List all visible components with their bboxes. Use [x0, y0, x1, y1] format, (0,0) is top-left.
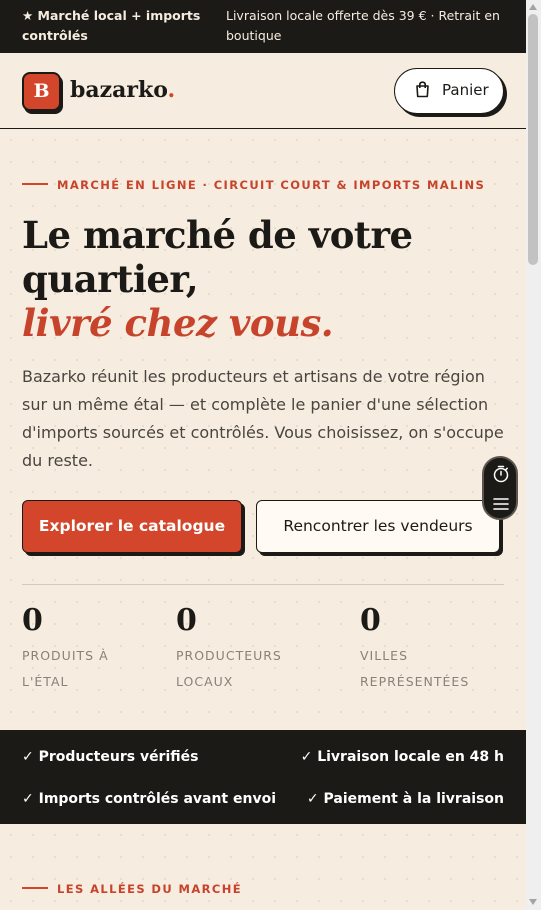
page-scrollbar[interactable] — [526, 0, 541, 910]
cart-label: Panier — [442, 81, 489, 99]
trust-item: ✓ Paiement à la livraison — [306, 791, 504, 807]
announcement-right: Livraison locale offerte dès 39 € · Retr… — [226, 8, 500, 43]
meet-sellers-button[interactable]: Rencontrer les vendeurs — [256, 500, 500, 553]
aisles-eyebrow-text: LES ALLÉES DU MARCHÉ — [57, 882, 243, 896]
floating-toolbar — [482, 456, 518, 520]
logo-mark[interactable]: B — [22, 72, 61, 111]
scroll-up-arrow-icon[interactable] — [529, 4, 537, 10]
eyebrow-rule — [22, 886, 48, 889]
stat-value: 0 — [360, 603, 381, 638]
trust-item: ✓ Producteurs vérifiés — [22, 749, 199, 765]
hero-title-accent: livré chez vous. — [22, 301, 334, 345]
hero-lead: Bazarko réunit les producteurs et artisa… — [22, 367, 504, 470]
stats-divider — [22, 584, 504, 585]
eyebrow-rule — [22, 182, 48, 185]
site-header: B bazarko. Panier — [0, 53, 526, 129]
shopping-bag-icon — [416, 81, 429, 98]
hero-title: Le marché de votre quartier, livré chez … — [22, 213, 502, 345]
trust-item: ✓ Imports contrôlés avant envoi — [22, 791, 277, 807]
announcement-bar: ★ Marché local + imports contrôlés Livra… — [0, 0, 526, 53]
stat-label: PRODUITS À L'ÉTAL — [22, 648, 109, 689]
brand-logo[interactable]: bazarko. — [70, 75, 175, 105]
hero-title-line2: quartier, — [22, 257, 199, 301]
scrollbar-thumb[interactable] — [528, 14, 538, 265]
hero-section: MARCHÉ EN LIGNE · CIRCUIT COURT & IMPORT… — [0, 129, 526, 730]
brand-name: bazarko — [70, 77, 168, 103]
stat-label: VILLES REPRÉSENTÉES — [360, 648, 470, 689]
market-aisles-section: LES ALLÉES DU MARCHÉ — [0, 824, 526, 910]
trust-item: ✓ Livraison locale en 48 h — [300, 749, 504, 765]
scroll-down-arrow-icon[interactable] — [529, 899, 537, 905]
aisles-eyebrow: LES ALLÉES DU MARCHÉ — [22, 882, 242, 896]
menu-icon[interactable] — [492, 495, 510, 513]
explore-catalog-button[interactable]: Explorer le catalogue — [22, 500, 242, 553]
hero-title-line1: Le marché de votre — [22, 213, 413, 257]
timer-icon[interactable] — [492, 465, 510, 483]
stat-products: 0 PRODUITS À L'ÉTAL — [22, 601, 109, 695]
stat-producers: 0 PRODUCTEURS LOCAUX — [176, 601, 282, 695]
hero-eyebrow-text: MARCHÉ EN LIGNE · CIRCUIT COURT & IMPORT… — [57, 178, 486, 192]
brand-dot: . — [167, 77, 176, 103]
stat-label: PRODUCTEURS LOCAUX — [176, 648, 282, 689]
stat-cities: 0 VILLES REPRÉSENTÉES — [360, 601, 469, 695]
announcement-left: ★ Marché local + imports contrôlés — [22, 8, 201, 43]
hero-eyebrow: MARCHÉ EN LIGNE · CIRCUIT COURT & IMPORT… — [22, 178, 485, 192]
stat-value: 0 — [176, 603, 197, 638]
cart-button[interactable]: Panier — [394, 68, 504, 114]
trust-band: ✓ Producteurs vérifiés ✓ Livraison local… — [0, 730, 526, 824]
stat-value: 0 — [22, 603, 43, 638]
